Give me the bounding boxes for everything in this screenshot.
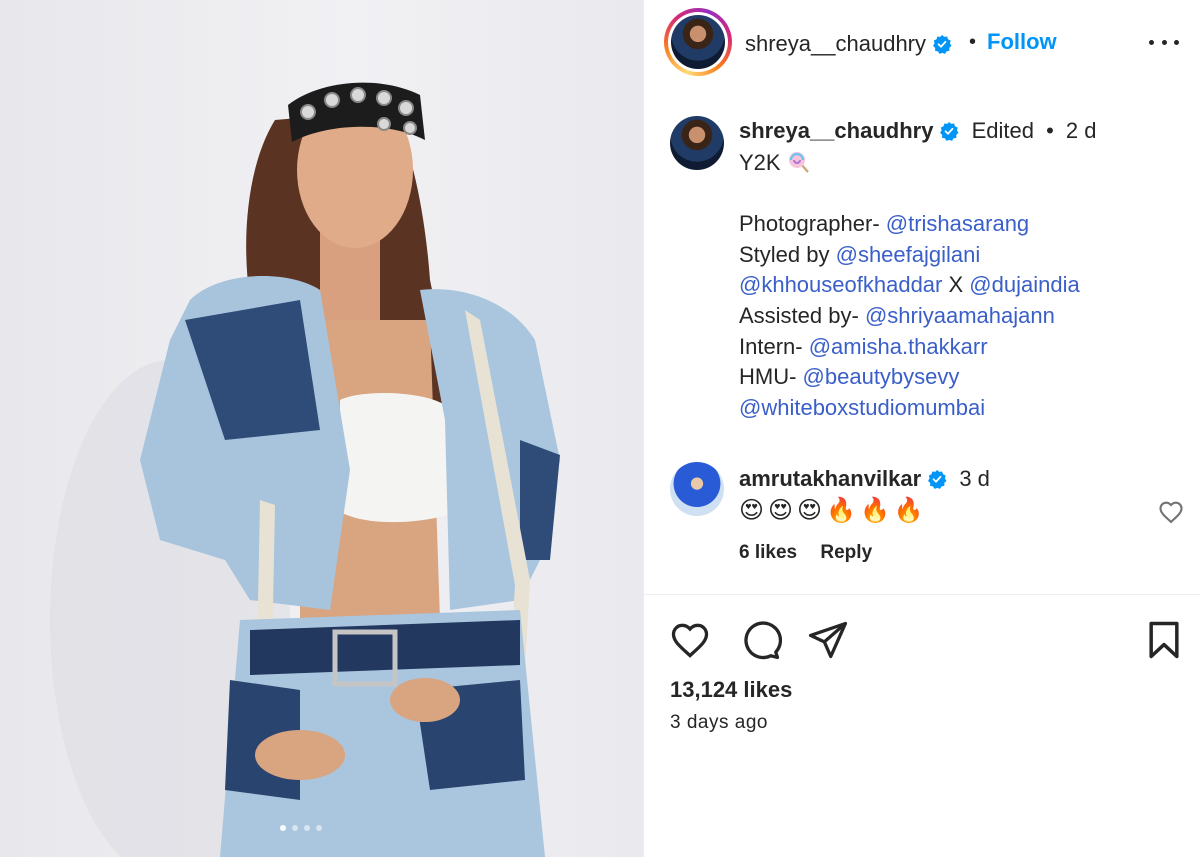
- more-options-icon[interactable]: [1149, 30, 1179, 54]
- caption-line: Assisted by- @shriyaamahajann: [739, 302, 1055, 328]
- comment-actions: 6 likes Reply: [739, 542, 890, 564]
- comment-header: amrutakhanvilkar 3 d: [739, 466, 990, 492]
- caption-time[interactable]: 2 d: [1066, 118, 1097, 143]
- post-time-ago[interactable]: 3 days ago: [670, 712, 768, 734]
- comment-heart-icon[interactable]: [1156, 498, 1186, 526]
- comment-text: 😍😍😍🔥🔥🔥: [739, 497, 928, 524]
- share-paper-plane-icon[interactable]: [806, 618, 850, 662]
- comment-time[interactable]: 3 d: [959, 466, 990, 491]
- caption-separator: •: [1046, 118, 1054, 143]
- follow-button[interactable]: Follow: [987, 29, 1057, 55]
- mention-link[interactable]: @shriyaamahajann: [865, 303, 1055, 328]
- carousel-dots: [280, 825, 322, 831]
- post-action-bar: [644, 618, 1200, 662]
- post-details-panel: shreya__chaudhry • Follow shreya__chaudh…: [644, 0, 1200, 857]
- author-avatar[interactable]: [671, 15, 725, 69]
- verified-badge-icon: [933, 35, 952, 54]
- verified-badge-icon: [928, 470, 947, 489]
- carousel-dot[interactable]: [316, 825, 322, 831]
- caption-line: Photographer- @trishasarang: [739, 211, 1030, 237]
- mention-link[interactable]: @trishasarang: [886, 211, 1029, 236]
- header-username-row: shreya__chaudhry: [745, 31, 952, 57]
- caption-line: @whiteboxstudiomumbai: [739, 393, 1080, 424]
- actions-divider: [644, 594, 1200, 595]
- mention-link[interactable]: @khhouseofkhaddar: [739, 272, 942, 297]
- carousel-dot[interactable]: [280, 825, 286, 831]
- post-likes-count[interactable]: 13,124 likes: [670, 677, 792, 703]
- post-image[interactable]: [0, 0, 643, 857]
- caption-username[interactable]: shreya__chaudhry: [739, 118, 933, 143]
- caption-line: HMU- @beautybysevy: [739, 364, 960, 390]
- caption-line: Styled by @sheefajgilani: [739, 241, 981, 267]
- caption-line: @khhouseofkhaddar X @dujaindia: [739, 272, 1080, 298]
- caption-edited-label: Edited: [971, 118, 1034, 143]
- verified-badge-icon: [940, 122, 959, 141]
- header-separator: •: [969, 31, 977, 53]
- save-bookmark-icon[interactable]: [1142, 618, 1186, 662]
- header-username[interactable]: shreya__chaudhry: [745, 31, 926, 56]
- commenter-avatar[interactable]: [670, 462, 724, 516]
- mention-link[interactable]: @amisha.thakkarr: [809, 334, 988, 359]
- carousel-dot[interactable]: [304, 825, 310, 831]
- comment-username[interactable]: amrutakhanvilkar: [739, 466, 921, 491]
- like-heart-icon[interactable]: [668, 618, 712, 662]
- caption-line: Y2K: [739, 148, 1080, 179]
- mention-link[interactable]: @beautybysevy: [803, 364, 960, 389]
- caption-line: Intern- @amisha.thakkarr: [739, 333, 988, 359]
- author-story-ring[interactable]: [664, 8, 732, 76]
- caption-header: shreya__chaudhry Edited • 2 d: [739, 118, 1097, 144]
- lollipop-emoji-icon: [788, 152, 809, 173]
- mention-link[interactable]: @dujaindia: [969, 272, 1079, 297]
- carousel-dot[interactable]: [292, 825, 298, 831]
- mention-link[interactable]: @sheefajgilani: [836, 242, 981, 267]
- caption-author-avatar[interactable]: [670, 116, 724, 170]
- comment-bubble-icon[interactable]: [738, 618, 782, 662]
- caption-text: Y2K Photographer- @trishasarang Styled b…: [739, 148, 1080, 423]
- comment-reply-button[interactable]: Reply: [820, 542, 872, 563]
- post-header: shreya__chaudhry • Follow: [644, 0, 1200, 88]
- caption-line: [739, 179, 1080, 210]
- mention-link[interactable]: @whiteboxstudiomumbai: [739, 395, 985, 420]
- post-photo-illustration: [50, 82, 560, 857]
- comment-likes-link[interactable]: 6 likes: [739, 542, 797, 563]
